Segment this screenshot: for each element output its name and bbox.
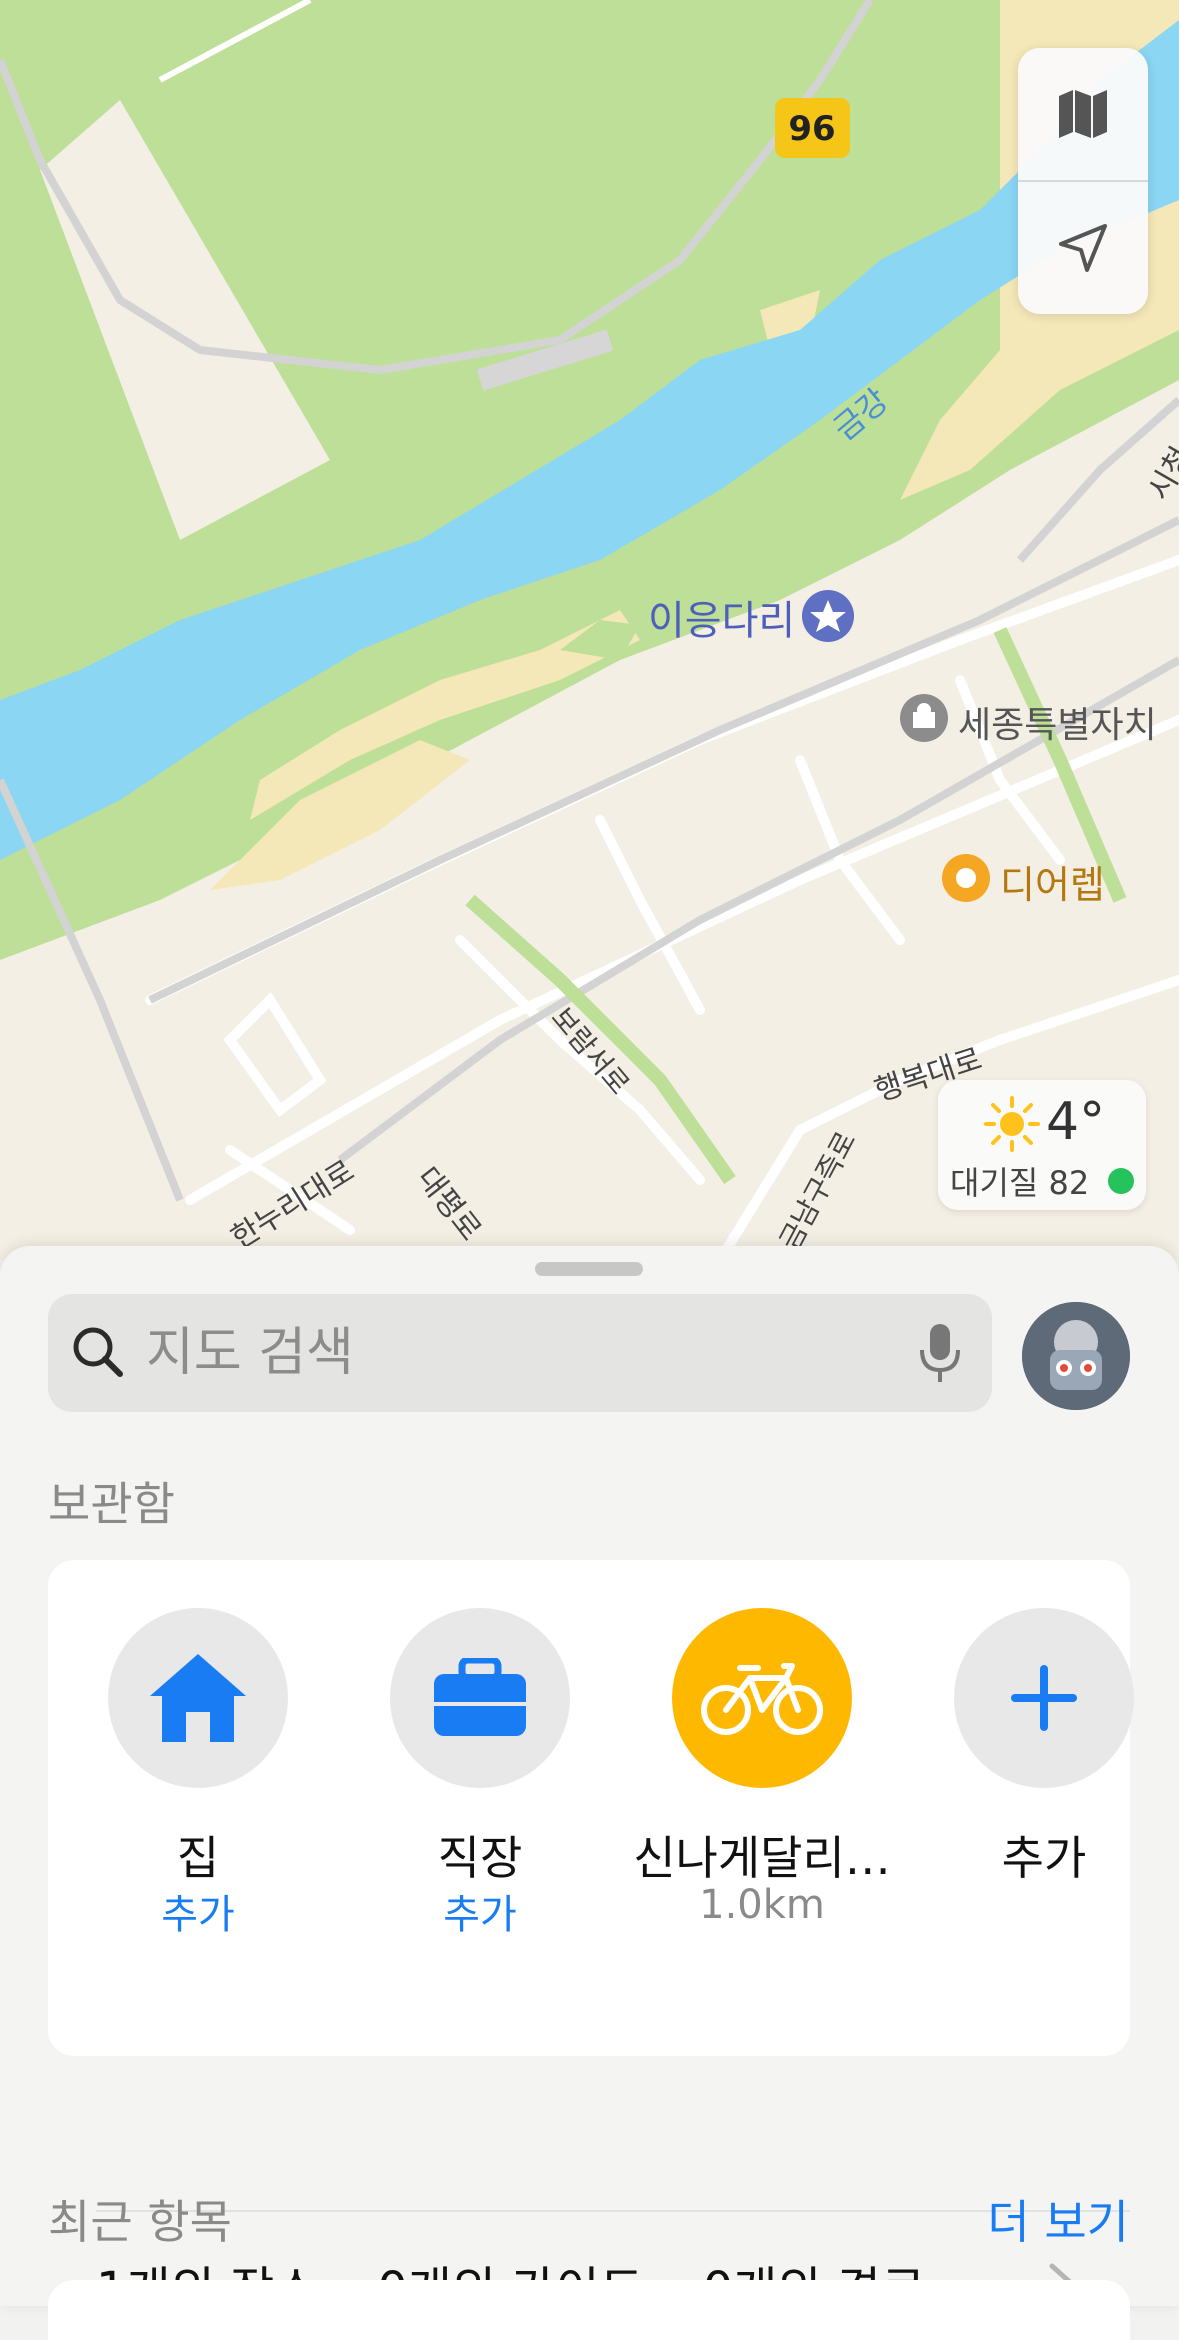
plus-icon: [1011, 1665, 1077, 1731]
library-card: 집 추가 직장 추가 신나게달리… 1.0km 추가: [48, 1560, 1134, 2318]
avatar[interactable]: [1022, 1302, 1130, 1410]
favorite-name: 직장: [437, 1831, 523, 1885]
favorite-bike-circle: [672, 1608, 852, 1788]
bottom-sheet: 지도 검색 보관함 집 추가 직장 추가 신나게달리… 1.0km 추가 최근 …: [0, 1246, 1179, 2340]
bridge-poi-label[interactable]: 이응다리: [648, 588, 795, 646]
favorite-distance: 1.0km: [699, 1882, 825, 1928]
favorite-add[interactable]: 추가: [934, 1560, 1154, 1900]
map-controls: [1018, 48, 1148, 314]
favorite-name: 신나게달리…: [633, 1831, 891, 1885]
map-icon: [1059, 90, 1107, 138]
sheet-grabber[interactable]: [535, 1262, 643, 1276]
favorite-sub: 추가: [443, 1892, 517, 1938]
sun-icon: [984, 1096, 1040, 1152]
route-number: 96: [788, 109, 835, 149]
favorite-sub: 추가: [161, 1892, 235, 1938]
favorite-work[interactable]: 직장 추가: [370, 1560, 590, 1938]
weather-badge[interactable]: 4° 대기질 82: [938, 1080, 1146, 1210]
see-more-link[interactable]: 더 보기: [987, 2186, 1129, 2252]
air-quality-dot: [1108, 1168, 1134, 1194]
current-location-button[interactable]: [1018, 182, 1148, 314]
recent-title: 최근 항목: [48, 2195, 232, 2249]
weather-temperature: 4°: [1046, 1092, 1106, 1152]
recent-card: [48, 2280, 1130, 2340]
map-mode-button[interactable]: [1018, 48, 1148, 180]
city-hall-poi-label[interactable]: 세종특별자치: [958, 696, 1157, 748]
favorite-name: 추가: [1001, 1831, 1087, 1885]
pet-poi-label[interactable]: 디어렙: [1000, 854, 1105, 909]
air-quality-label: 대기질 82: [950, 1164, 1090, 1202]
house-icon: [150, 1654, 246, 1742]
avatar-icon: [1022, 1302, 1130, 1410]
map-view[interactable]: 96 금강 이응다리 세종특별자치 디어렙 보람서로 한누리대로 대평로 행복대…: [0, 0, 1179, 1260]
microphone-icon[interactable]: [918, 1322, 962, 1386]
location-arrow-icon: [1059, 224, 1107, 272]
favorite-home[interactable]: 집 추가: [88, 1560, 308, 1938]
favorite-add-circle: [954, 1608, 1134, 1788]
bicycle-icon: [701, 1663, 823, 1735]
favorite-work-circle: [390, 1608, 570, 1788]
library-divider: [96, 2210, 1130, 2212]
search-input[interactable]: 지도 검색: [48, 1294, 992, 1412]
search-icon: [73, 1327, 123, 1377]
favorite-bike-route[interactable]: 신나게달리… 1.0km: [633, 1560, 891, 1928]
library-title: 보관함: [48, 1477, 175, 1531]
briefcase-icon: [434, 1658, 526, 1736]
favorite-name: 집: [176, 1831, 220, 1885]
search-placeholder: 지도 검색: [146, 1323, 354, 1383]
favorite-home-circle: [108, 1608, 288, 1788]
